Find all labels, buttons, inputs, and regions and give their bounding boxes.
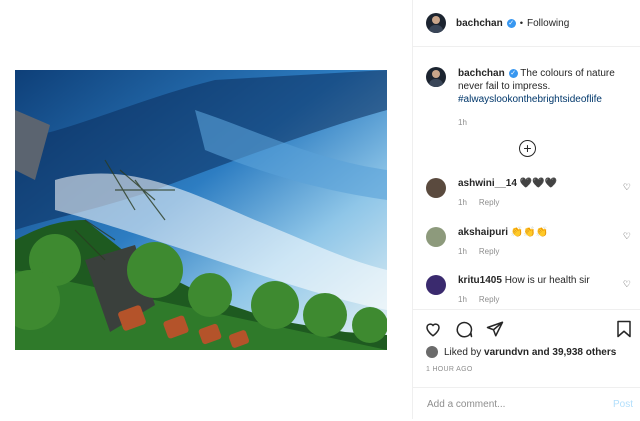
- likes-prefix: Liked by: [444, 346, 482, 358]
- comment-text: 🖤🖤🖤: [519, 178, 558, 189]
- comment-time: 1h: [458, 295, 467, 304]
- comment-avatar[interactable]: [426, 178, 446, 198]
- add-comment-input[interactable]: [425, 398, 589, 411]
- comment-avatar[interactable]: [426, 227, 446, 247]
- post-header: bachchan ✓ • Following: [413, 0, 640, 47]
- add-comment-bar: Post: [413, 387, 640, 421]
- load-more-comments-add-icon[interactable]: +: [519, 140, 536, 157]
- comment-time: 1h: [458, 247, 467, 256]
- verified-badge-icon: ✓: [508, 68, 518, 78]
- post-actions: Liked by varundvn and 39,938 others 1 HO…: [413, 309, 640, 420]
- likes-others[interactable]: and 39,938 others: [532, 347, 616, 358]
- comment-text: How is ur health sir: [504, 275, 590, 286]
- post-photo[interactable]: [15, 70, 387, 350]
- caption-avatar[interactable]: [426, 67, 446, 87]
- comment-item: ashwini__14 🖤🖤🖤 1h Reply ♡: [426, 178, 631, 207]
- comment-icon[interactable]: [455, 320, 473, 338]
- comment-avatar[interactable]: [426, 275, 446, 295]
- caption-time: 1h: [458, 118, 467, 127]
- comment-like-heart-icon[interactable]: ♡: [623, 279, 631, 290]
- reply-button[interactable]: Reply: [479, 198, 499, 207]
- caption-username[interactable]: bachchan: [458, 68, 505, 79]
- instagram-post-view: bachchan ✓ • Following bachchan ✓ The col…: [0, 0, 640, 419]
- nature-photo-image: [15, 70, 387, 350]
- reply-button[interactable]: Reply: [479, 247, 499, 256]
- comment-username[interactable]: akshaipuri: [458, 227, 508, 238]
- post-sidebar: bachchan ✓ • Following bachchan ✓ The col…: [412, 0, 640, 419]
- comment-username[interactable]: kritu1405: [458, 275, 502, 286]
- likes-summary: Liked by varundvn and 39,938 others: [426, 346, 616, 358]
- author-username[interactable]: bachchan: [456, 18, 503, 29]
- media-panel: [0, 0, 412, 419]
- comment-like-heart-icon[interactable]: ♡: [623, 182, 631, 193]
- bookmark-icon[interactable]: [616, 320, 632, 338]
- post-caption: bachchan ✓ The colours of nature never fa…: [413, 47, 640, 129]
- comment-item: akshaipuri 👏👏👏 1h Reply ♡: [426, 227, 631, 256]
- separator-dot: •: [519, 17, 524, 29]
- following-button[interactable]: Following: [527, 18, 569, 29]
- liker-username[interactable]: varundvn: [484, 347, 529, 358]
- comment-time: 1h: [458, 198, 467, 207]
- comment-item: kritu1405 How is ur health sir 1h Reply ♡: [426, 275, 631, 304]
- author-avatar[interactable]: [426, 13, 446, 33]
- comment-username[interactable]: ashwini__14: [458, 178, 517, 189]
- heart-icon[interactable]: [424, 320, 442, 338]
- post-comment-button[interactable]: Post: [613, 399, 633, 410]
- post-time-ago: 1 HOUR AGO: [426, 366, 473, 373]
- verified-badge-icon: ✓: [506, 18, 516, 28]
- comment-text: 👏👏👏: [510, 227, 549, 238]
- share-icon[interactable]: [486, 320, 504, 338]
- caption-hashtag[interactable]: #alwayslookonthebrightsideoflife: [458, 94, 602, 105]
- comment-like-heart-icon[interactable]: ♡: [623, 231, 631, 242]
- liker-avatar[interactable]: [426, 346, 438, 358]
- reply-button[interactable]: Reply: [479, 295, 499, 304]
